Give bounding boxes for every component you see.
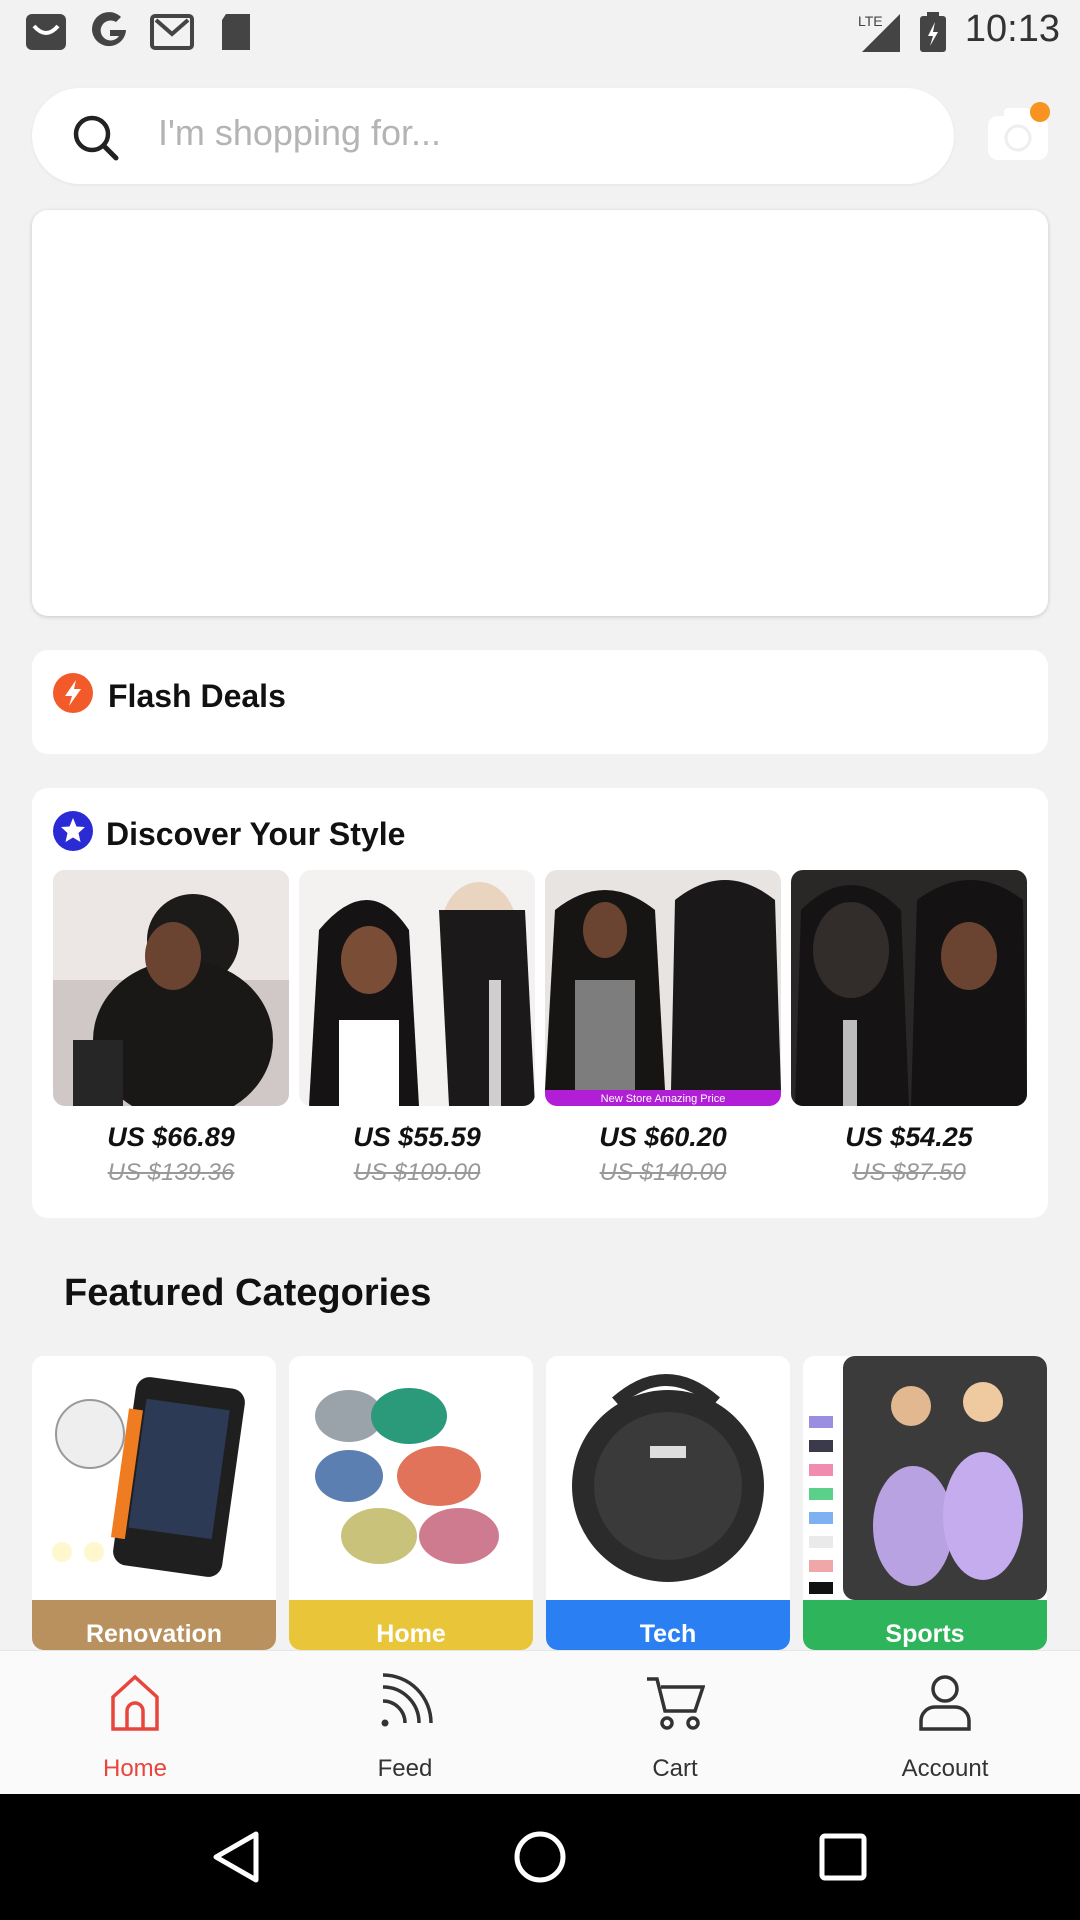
product-image[interactable] bbox=[53, 870, 289, 1106]
cart-icon bbox=[647, 1677, 705, 1730]
product-item[interactable]: US $54.25 US $87.50 bbox=[791, 870, 1027, 1187]
status-bar: LTE 10:13 bbox=[0, 0, 1080, 62]
product-price: US $54.25 bbox=[845, 1122, 973, 1152]
battery-icon bbox=[920, 12, 946, 52]
nav-label: Feed bbox=[377, 1755, 433, 1782]
system-navigation-bar bbox=[0, 1794, 1080, 1920]
feed-icon bbox=[381, 1673, 433, 1727]
account-icon bbox=[919, 1675, 971, 1731]
home-icon bbox=[111, 1674, 159, 1731]
recents-icon[interactable] bbox=[814, 1828, 872, 1886]
bottom-navigation: Home Feed Cart Account bbox=[0, 1650, 1080, 1795]
category-label: Home bbox=[289, 1600, 533, 1650]
nav-home[interactable]: Home bbox=[0, 1651, 270, 1795]
category-image bbox=[803, 1356, 1047, 1600]
search-input[interactable]: I'm shopping for... bbox=[158, 112, 441, 154]
notification-bag-icon bbox=[26, 14, 66, 50]
nav-label: Home bbox=[102, 1755, 168, 1782]
category-image bbox=[289, 1356, 533, 1600]
lte-signal-icon: LTE bbox=[858, 13, 900, 52]
flash-deals-card[interactable]: Flash Deals bbox=[32, 650, 1048, 754]
product-old-price: US $139.36 bbox=[107, 1159, 235, 1186]
gmail-icon bbox=[150, 14, 194, 50]
product-image[interactable]: New Store Amazing Price bbox=[545, 870, 781, 1106]
category-home[interactable]: Home bbox=[289, 1356, 533, 1650]
product-item[interactable]: US $66.89 US $139.36 bbox=[53, 870, 289, 1187]
search-bar[interactable]: I'm shopping for... bbox=[32, 88, 954, 184]
clock: 10:13 bbox=[964, 8, 1060, 50]
nav-cart[interactable]: Cart bbox=[540, 1651, 810, 1795]
home-button-icon[interactable] bbox=[511, 1828, 569, 1886]
star-badge-icon bbox=[53, 811, 93, 851]
product-item[interactable]: New Store Amazing Price US $60.20 US $14… bbox=[545, 870, 781, 1187]
discover-style-title: Discover Your Style bbox=[106, 816, 406, 852]
promo-banner[interactable] bbox=[32, 210, 1048, 616]
lightning-icon bbox=[53, 673, 93, 713]
product-image[interactable] bbox=[299, 870, 535, 1106]
product-price: US $55.59 bbox=[353, 1122, 481, 1152]
search-icon bbox=[73, 115, 119, 161]
category-sports[interactable]: Sports bbox=[803, 1356, 1047, 1650]
product-ribbon-text: New Store Amazing Price bbox=[601, 1093, 726, 1105]
svg-text:LTE: LTE bbox=[858, 13, 883, 29]
nav-account[interactable]: Account bbox=[810, 1651, 1080, 1795]
category-label: Tech bbox=[546, 1600, 790, 1650]
nav-label: Account bbox=[901, 1755, 989, 1782]
sd-card-icon bbox=[222, 14, 250, 50]
product-old-price: US $87.50 bbox=[852, 1159, 966, 1186]
discover-style-card: Discover Your Style US $66.89 US $139.36 bbox=[32, 788, 1048, 1218]
product-price: US $66.89 bbox=[107, 1122, 235, 1152]
category-tech[interactable]: Tech bbox=[546, 1356, 790, 1650]
product-old-price: US $140.00 bbox=[599, 1159, 727, 1186]
flash-deals-title: Flash Deals bbox=[108, 678, 286, 714]
product-price: US $60.20 bbox=[599, 1122, 727, 1152]
nav-feed[interactable]: Feed bbox=[270, 1651, 540, 1795]
notification-badge bbox=[1030, 102, 1050, 122]
google-icon bbox=[92, 12, 126, 47]
nav-label: Cart bbox=[652, 1755, 698, 1782]
category-label: Sports bbox=[803, 1600, 1047, 1650]
product-old-price: US $109.00 bbox=[353, 1159, 481, 1186]
back-icon[interactable] bbox=[208, 1828, 266, 1886]
category-image bbox=[32, 1356, 276, 1600]
category-renovation[interactable]: Renovation bbox=[32, 1356, 276, 1650]
category-label: Renovation bbox=[32, 1600, 276, 1650]
product-item[interactable]: US $55.59 US $109.00 bbox=[299, 870, 535, 1187]
category-image bbox=[546, 1356, 790, 1600]
featured-categories-title: Featured Categories bbox=[64, 1272, 432, 1314]
product-image[interactable] bbox=[791, 870, 1027, 1106]
